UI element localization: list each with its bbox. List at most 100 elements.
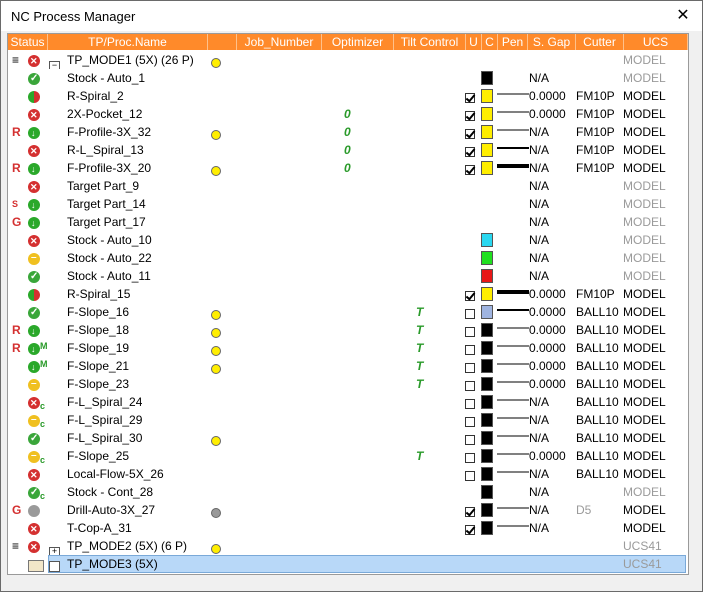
u-cell[interactable] xyxy=(465,393,477,411)
color-swatch[interactable] xyxy=(481,413,493,427)
process-name[interactable]: F-L_Spiral_30 xyxy=(67,429,142,447)
pen-cell[interactable] xyxy=(497,465,529,483)
color-cell[interactable] xyxy=(481,483,495,501)
color-cell[interactable] xyxy=(481,303,495,321)
node-icon[interactable] xyxy=(49,561,60,572)
table-row[interactable]: S Target Part_14 N/A MODEL xyxy=(8,195,688,213)
u-checkbox[interactable] xyxy=(465,147,475,157)
color-cell[interactable] xyxy=(481,519,495,537)
pen-cell[interactable] xyxy=(497,375,529,393)
table-row[interactable]: R-L_Spiral_13 0 N/A FM10P MODEL xyxy=(8,141,688,159)
table-row[interactable]: Stock - Auto_22 N/A MODEL xyxy=(8,249,688,267)
u-checkbox[interactable] xyxy=(465,129,475,139)
pen-cell[interactable] xyxy=(497,339,529,357)
color-cell[interactable] xyxy=(481,339,495,357)
table-row[interactable]: Stock - Auto_1 N/A MODEL xyxy=(8,69,688,87)
color-swatch[interactable] xyxy=(481,449,493,463)
u-checkbox[interactable] xyxy=(465,363,475,373)
tree-toggle-cell[interactable]: − xyxy=(49,51,63,69)
pen-cell[interactable] xyxy=(497,447,529,465)
u-cell[interactable] xyxy=(465,141,477,159)
pen-cell[interactable] xyxy=(497,123,529,141)
table-row[interactable]: R-Spiral_2 0.0000 FM10P MODEL xyxy=(8,87,688,105)
table-row[interactable]: F-Slope_23 T 0.0000 BALL10 MODEL xyxy=(8,375,688,393)
color-swatch[interactable] xyxy=(481,143,493,157)
u-checkbox[interactable] xyxy=(465,111,475,121)
pen-cell[interactable] xyxy=(497,429,529,447)
color-cell[interactable] xyxy=(481,69,495,87)
color-swatch[interactable] xyxy=(481,107,493,121)
u-checkbox[interactable] xyxy=(465,327,475,337)
process-name[interactable]: F-Profile-3X_20 xyxy=(67,159,151,177)
table-row[interactable]: Stock - Auto_10 N/A MODEL xyxy=(8,231,688,249)
process-name[interactable]: Stock - Auto_22 xyxy=(67,249,152,267)
color-swatch[interactable] xyxy=(481,269,493,283)
color-swatch[interactable] xyxy=(481,521,493,535)
u-cell[interactable] xyxy=(465,465,477,483)
color-cell[interactable] xyxy=(481,267,495,285)
color-cell[interactable] xyxy=(481,231,495,249)
u-cell[interactable] xyxy=(465,501,477,519)
table-row[interactable]: c Stock - Cont_28 N/A MODEL xyxy=(8,483,688,501)
process-name[interactable]: Local-Flow-5X_26 xyxy=(67,465,164,483)
table-row[interactable]: R F-Profile-3X_20 0 N/A FM10P MODEL xyxy=(8,159,688,177)
u-cell[interactable] xyxy=(465,105,477,123)
process-name[interactable]: Target Part_17 xyxy=(67,213,146,231)
u-cell[interactable] xyxy=(465,429,477,447)
color-cell[interactable] xyxy=(481,501,495,519)
table-row[interactable]: Stock - Auto_11 N/A MODEL xyxy=(8,267,688,285)
color-swatch[interactable] xyxy=(481,341,493,355)
color-cell[interactable] xyxy=(481,321,495,339)
process-name[interactable]: F-Slope_18 xyxy=(67,321,129,339)
table-row[interactable]: RMF-Slope_19T0.0000BALL10MODEL xyxy=(8,339,688,357)
table-row[interactable]: TP_MODE3 (5X) UCS41 xyxy=(8,555,688,573)
column-header-4[interactable]: Tilt Control xyxy=(394,34,466,50)
color-cell[interactable] xyxy=(481,393,495,411)
process-name[interactable]: 2X-Pocket_12 xyxy=(67,105,142,123)
color-cell[interactable] xyxy=(481,447,495,465)
tree-toggle-cell[interactable] xyxy=(49,555,63,573)
process-name[interactable]: TP_MODE2 (5X) (6 P) xyxy=(67,537,187,555)
table-row[interactable]: c F-L_Spiral_24 N/A BALL10 MODEL xyxy=(8,393,688,411)
process-name[interactable]: F-Slope_23 xyxy=(67,375,129,393)
color-swatch[interactable] xyxy=(481,287,493,301)
u-cell[interactable] xyxy=(465,447,477,465)
color-swatch[interactable] xyxy=(481,305,493,319)
color-swatch[interactable] xyxy=(481,467,493,481)
process-name[interactable]: Stock - Auto_10 xyxy=(67,231,152,249)
pen-cell[interactable] xyxy=(497,285,529,303)
pen-cell[interactable] xyxy=(497,501,529,519)
u-checkbox[interactable] xyxy=(465,93,475,103)
table-row[interactable]: c F-L_Spiral_29 N/A BALL10 MODEL xyxy=(8,411,688,429)
process-name[interactable]: T-Cop-A_31 xyxy=(67,519,132,537)
color-swatch[interactable] xyxy=(481,251,493,265)
table-row[interactable]: M F-Slope_21 T 0.0000 BALL10 MODEL xyxy=(8,357,688,375)
color-swatch[interactable] xyxy=(481,503,493,517)
column-header-10[interactable]: UCS xyxy=(624,34,688,50)
column-header-5[interactable]: U xyxy=(466,34,482,50)
pen-cell[interactable] xyxy=(497,411,529,429)
table-row[interactable]: R F-Slope_18 T 0.0000 BALL10 MODEL xyxy=(8,321,688,339)
column-header-6[interactable]: C xyxy=(482,34,498,50)
color-cell[interactable] xyxy=(481,123,495,141)
u-checkbox[interactable] xyxy=(465,381,475,391)
color-swatch[interactable] xyxy=(481,395,493,409)
color-swatch[interactable] xyxy=(481,431,493,445)
process-name[interactable]: R-L_Spiral_13 xyxy=(67,141,144,159)
column-header-7[interactable]: Pen xyxy=(498,34,528,50)
u-cell[interactable] xyxy=(465,519,477,537)
u-checkbox[interactable] xyxy=(465,417,475,427)
color-swatch[interactable] xyxy=(481,359,493,373)
u-cell[interactable] xyxy=(465,87,477,105)
u-cell[interactable] xyxy=(465,303,477,321)
column-header-3[interactable]: Optimizer xyxy=(322,34,394,50)
table-row[interactable]: 2X-Pocket_12 0 0.0000 FM10P MODEL xyxy=(8,105,688,123)
color-cell[interactable] xyxy=(481,411,495,429)
color-swatch[interactable] xyxy=(481,161,493,175)
u-cell[interactable] xyxy=(465,411,477,429)
expand-icon[interactable]: + xyxy=(49,547,60,555)
pen-cell[interactable] xyxy=(497,87,529,105)
u-checkbox[interactable] xyxy=(465,507,475,517)
pen-cell[interactable] xyxy=(497,357,529,375)
process-name[interactable]: Stock - Cont_28 xyxy=(67,483,153,501)
